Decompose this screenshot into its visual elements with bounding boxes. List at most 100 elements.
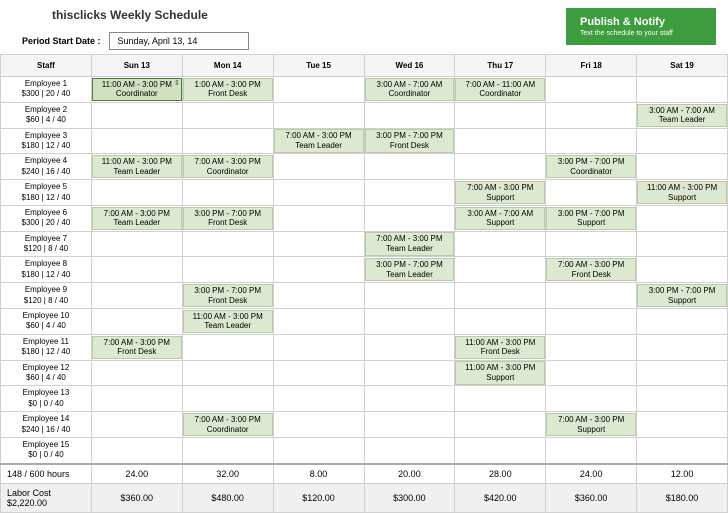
shift-block[interactable]: 3:00 AM - 7:00 AMTeam Leader	[637, 104, 727, 127]
schedule-cell[interactable]	[637, 412, 728, 438]
employee-cell[interactable]: Employee 6$300 | 20 / 40	[1, 205, 92, 231]
schedule-cell[interactable]: 11:00 AM - 3:00 PMSupport	[455, 360, 546, 386]
schedule-cell[interactable]: 11:00 AM - 3:00 PMFront Desk	[455, 334, 546, 360]
schedule-cell[interactable]: 7:00 AM - 3:00 PMSupport	[546, 412, 637, 438]
schedule-cell[interactable]	[637, 437, 728, 463]
shift-block[interactable]: 7:00 AM - 3:00 PMTeam Leader	[92, 207, 182, 230]
schedule-cell[interactable]: 7:00 AM - 3:00 PMFront Desk	[91, 334, 182, 360]
schedule-cell[interactable]	[91, 309, 182, 335]
schedule-cell[interactable]	[364, 180, 455, 206]
schedule-cell[interactable]	[455, 283, 546, 309]
schedule-cell[interactable]	[455, 128, 546, 154]
schedule-cell[interactable]	[273, 437, 364, 463]
employee-cell[interactable]: Employee 15$0 | 0 / 40	[1, 437, 92, 463]
schedule-cell[interactable]: 7:00 AM - 3:00 PMSupport	[455, 180, 546, 206]
shift-block[interactable]: 7:00 AM - 3:00 PMFront Desk	[546, 258, 636, 281]
shift-block[interactable]: 7:00 AM - 3:00 PMSupport	[546, 413, 636, 436]
schedule-cell[interactable]	[637, 231, 728, 257]
employee-cell[interactable]: Employee 2$60 | 4 / 40	[1, 102, 92, 128]
schedule-cell[interactable]	[364, 102, 455, 128]
schedule-cell[interactable]	[455, 437, 546, 463]
schedule-cell[interactable]	[182, 360, 273, 386]
employee-cell[interactable]: Employee 7$120 | 8 / 40	[1, 231, 92, 257]
schedule-cell[interactable]	[91, 283, 182, 309]
schedule-cell[interactable]	[546, 334, 637, 360]
shift-block[interactable]: 11:00 AM - 3:00 PMCoordinator⇕	[92, 78, 182, 101]
schedule-cell[interactable]	[91, 412, 182, 438]
schedule-cell[interactable]	[637, 205, 728, 231]
schedule-cell[interactable]	[637, 334, 728, 360]
schedule-cell[interactable]: 7:00 AM - 3:00 PMTeam Leader	[273, 128, 364, 154]
schedule-cell[interactable]: 11:00 AM - 3:00 PMTeam Leader	[91, 154, 182, 180]
schedule-cell[interactable]	[546, 283, 637, 309]
employee-cell[interactable]: Employee 11$180 | 12 / 40	[1, 334, 92, 360]
shift-block[interactable]: 3:00 PM - 7:00 PMFront Desk	[365, 129, 455, 152]
schedule-cell[interactable]	[455, 257, 546, 283]
schedule-cell[interactable]: 3:00 PM - 7:00 PMFront Desk	[364, 128, 455, 154]
schedule-cell[interactable]: 3:00 PM - 7:00 PMTeam Leader	[364, 257, 455, 283]
schedule-cell[interactable]	[637, 257, 728, 283]
employee-cell[interactable]: Employee 8$180 | 12 / 40	[1, 257, 92, 283]
schedule-cell[interactable]	[546, 386, 637, 412]
schedule-cell[interactable]	[455, 412, 546, 438]
shift-block[interactable]: 11:00 AM - 3:00 PMFront Desk	[455, 336, 545, 359]
schedule-cell[interactable]	[637, 309, 728, 335]
shift-block[interactable]: 3:00 AM - 7:00 AMCoordinator	[365, 78, 455, 101]
shift-block[interactable]: 7:00 AM - 3:00 PMCoordinator	[183, 413, 273, 436]
shift-block[interactable]: 11:00 AM - 3:00 PMSupport	[455, 361, 545, 384]
schedule-cell[interactable]	[546, 437, 637, 463]
shift-block[interactable]: 3:00 PM - 7:00 PMSupport	[637, 284, 727, 307]
shift-block[interactable]: 3:00 AM - 7:00 AMSupport	[455, 207, 545, 230]
schedule-cell[interactable]: 3:00 PM - 7:00 PMFront Desk	[182, 205, 273, 231]
schedule-cell[interactable]	[546, 231, 637, 257]
schedule-cell[interactable]	[364, 205, 455, 231]
schedule-cell[interactable]	[182, 437, 273, 463]
shift-block[interactable]: 3:00 PM - 7:00 PMTeam Leader	[365, 258, 455, 281]
schedule-cell[interactable]	[546, 360, 637, 386]
shift-block[interactable]: 3:00 PM - 7:00 PMCoordinator	[546, 155, 636, 178]
schedule-cell[interactable]: 7:00 AM - 3:00 PMTeam Leader	[364, 231, 455, 257]
schedule-cell[interactable]	[91, 180, 182, 206]
schedule-cell[interactable]	[455, 231, 546, 257]
schedule-cell[interactable]	[273, 257, 364, 283]
schedule-cell[interactable]: 7:00 AM - 3:00 PMCoordinator	[182, 412, 273, 438]
schedule-cell[interactable]	[182, 102, 273, 128]
schedule-cell[interactable]: 3:00 PM - 7:00 PMSupport	[637, 283, 728, 309]
schedule-cell[interactable]: 3:00 PM - 7:00 PMFront Desk	[182, 283, 273, 309]
schedule-cell[interactable]	[637, 154, 728, 180]
schedule-cell[interactable]	[364, 334, 455, 360]
schedule-cell[interactable]: 3:00 PM - 7:00 PMCoordinator	[546, 154, 637, 180]
schedule-cell[interactable]	[273, 231, 364, 257]
shift-block[interactable]: 7:00 AM - 3:00 PMTeam Leader	[274, 129, 364, 152]
shift-block[interactable]: 7:00 AM - 11:00 AMCoordinator	[455, 78, 545, 101]
schedule-cell[interactable]	[637, 360, 728, 386]
schedule-cell[interactable]	[91, 437, 182, 463]
employee-cell[interactable]: Employee 3$180 | 12 / 40	[1, 128, 92, 154]
schedule-cell[interactable]	[273, 102, 364, 128]
shift-block[interactable]: 7:00 AM - 3:00 PMCoordinator	[183, 155, 273, 178]
shift-block[interactable]: 7:00 AM - 3:00 PMSupport	[455, 181, 545, 204]
schedule-cell[interactable]	[546, 77, 637, 103]
schedule-cell[interactable]	[364, 386, 455, 412]
employee-cell[interactable]: Employee 13$0 | 0 / 40	[1, 386, 92, 412]
schedule-cell[interactable]	[273, 412, 364, 438]
schedule-cell[interactable]	[455, 102, 546, 128]
schedule-cell[interactable]	[91, 386, 182, 412]
schedule-cell[interactable]	[364, 283, 455, 309]
shift-block[interactable]: 7:00 AM - 3:00 PMFront Desk	[92, 336, 182, 359]
employee-cell[interactable]: Employee 12$60 | 4 / 40	[1, 360, 92, 386]
employee-cell[interactable]: Employee 1$300 | 20 / 40	[1, 77, 92, 103]
schedule-cell[interactable]: 3:00 AM - 7:00 AMCoordinator	[364, 77, 455, 103]
schedule-cell[interactable]	[91, 102, 182, 128]
schedule-cell[interactable]	[273, 309, 364, 335]
schedule-cell[interactable]	[455, 154, 546, 180]
schedule-cell[interactable]: 7:00 AM - 3:00 PMTeam Leader	[91, 205, 182, 231]
schedule-cell[interactable]	[364, 437, 455, 463]
shift-block[interactable]: 3:00 PM - 7:00 PMSupport	[546, 207, 636, 230]
schedule-cell[interactable]	[273, 77, 364, 103]
schedule-cell[interactable]	[364, 360, 455, 386]
schedule-cell[interactable]	[182, 231, 273, 257]
schedule-cell[interactable]	[455, 309, 546, 335]
shift-block[interactable]: 3:00 PM - 7:00 PMFront Desk	[183, 207, 273, 230]
schedule-cell[interactable]	[182, 257, 273, 283]
